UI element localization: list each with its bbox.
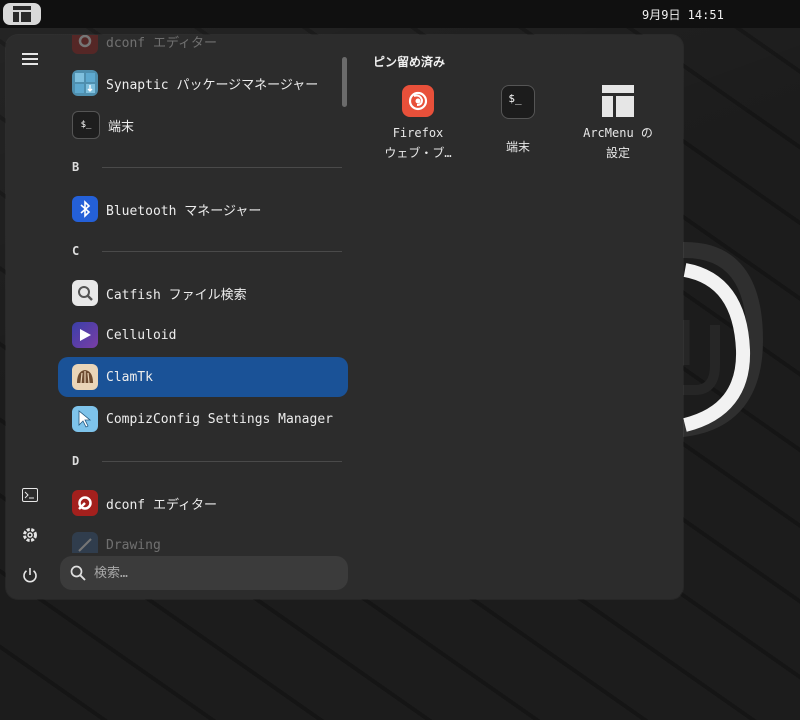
settings-gear-icon[interactable] bbox=[18, 523, 42, 547]
pinned-label: ArcMenu の 設定 bbox=[583, 126, 653, 160]
section-header: C bbox=[58, 241, 348, 261]
section-divider bbox=[102, 166, 342, 168]
section-header: B bbox=[58, 157, 348, 177]
app-label: Celluloid bbox=[106, 327, 177, 343]
arcmenu-layout-icon bbox=[13, 6, 31, 22]
drawing-icon bbox=[72, 532, 98, 553]
app-label: 端末 bbox=[108, 119, 135, 135]
pinned-label: Firefox ウェブ・ブ… bbox=[384, 126, 452, 160]
list-item[interactable]: Drawing bbox=[58, 525, 348, 553]
search-icon bbox=[70, 565, 86, 581]
list-item[interactable]: dconf エディター bbox=[58, 35, 348, 61]
app-menu: dconf エディター Synaptic パッケージマネージャー $_ 端末 B… bbox=[6, 35, 683, 599]
section-letter: D bbox=[72, 454, 80, 468]
terminal-icon: $_ bbox=[501, 85, 535, 119]
section-divider bbox=[102, 460, 342, 462]
section-letter: B bbox=[72, 160, 80, 174]
list-item[interactable]: Catfish ファイル検索 bbox=[58, 273, 348, 313]
arcmenu-settings-icon bbox=[602, 85, 634, 117]
top-panel: 9月9日 14:51 bbox=[0, 0, 800, 28]
list-item[interactable]: $_ 端末 bbox=[58, 105, 348, 145]
section-header: D bbox=[58, 451, 348, 471]
clock[interactable]: 9月9日 14:51 bbox=[642, 6, 724, 23]
app-label: Catfish ファイル検索 bbox=[106, 287, 247, 303]
celluloid-icon bbox=[72, 322, 98, 348]
list-item[interactable]: Bluetooth マネージャー bbox=[58, 189, 348, 229]
synaptic-icon bbox=[72, 70, 98, 96]
search-input[interactable] bbox=[92, 564, 336, 582]
list-item[interactable]: Celluloid bbox=[58, 315, 348, 355]
pinned-label: 端末 bbox=[505, 140, 530, 154]
app-label: ClamTk bbox=[106, 369, 153, 385]
app-list[interactable]: dconf エディター Synaptic パッケージマネージャー $_ 端末 B… bbox=[58, 35, 350, 553]
app-label: Drawing bbox=[106, 537, 161, 553]
pinned-arcmenu-settings[interactable]: ArcMenu の 設定 bbox=[570, 85, 666, 175]
terminal-icon: $_ bbox=[72, 111, 100, 139]
search-box[interactable] bbox=[60, 556, 348, 590]
section-letter: C bbox=[72, 244, 80, 258]
terminal-shortcut-icon[interactable] bbox=[18, 483, 42, 507]
list-item[interactable]: CompizConfig Settings Manager bbox=[58, 399, 348, 439]
list-item-selected[interactable]: ClamTk bbox=[58, 357, 348, 397]
dconf-editor-icon bbox=[72, 490, 98, 516]
app-label: Bluetooth マネージャー bbox=[106, 203, 262, 219]
arcmenu-button[interactable] bbox=[3, 3, 41, 25]
app-label: CompizConfig Settings Manager bbox=[106, 411, 333, 427]
dconf-editor-icon bbox=[72, 35, 98, 54]
app-label: Synaptic パッケージマネージャー bbox=[106, 77, 319, 93]
compizconfig-icon bbox=[72, 406, 98, 432]
app-label: dconf エディター bbox=[106, 497, 218, 513]
bluetooth-icon bbox=[72, 196, 98, 222]
firefox-icon bbox=[402, 85, 434, 117]
app-label: dconf エディター bbox=[106, 35, 218, 51]
pinned-terminal[interactable]: $_ 端末 bbox=[470, 85, 566, 175]
app-list-scrollbar[interactable] bbox=[342, 57, 347, 107]
list-item[interactable]: dconf エディター bbox=[58, 483, 348, 523]
catfish-search-icon bbox=[72, 280, 98, 306]
hamburger-menu-icon[interactable] bbox=[18, 47, 42, 71]
pinned-firefox[interactable]: Firefox ウェブ・ブ… bbox=[370, 85, 466, 175]
clamtk-icon bbox=[72, 364, 98, 390]
section-divider bbox=[102, 250, 342, 252]
pinned-title: ピン留め済み bbox=[373, 55, 446, 69]
list-item[interactable]: Synaptic パッケージマネージャー bbox=[58, 63, 348, 103]
power-icon[interactable] bbox=[18, 563, 42, 587]
